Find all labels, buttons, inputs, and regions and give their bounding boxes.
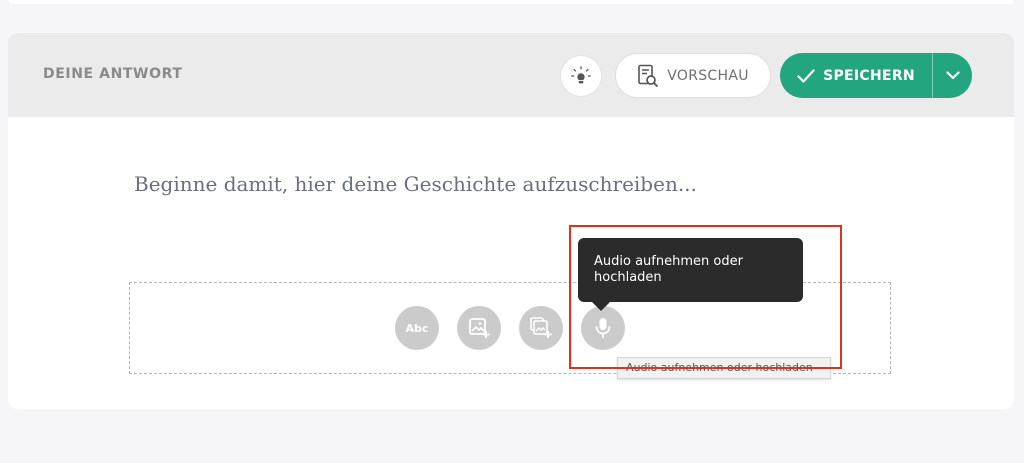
section-title: DEINE ANTWORT <box>43 66 183 82</box>
save-label: SPEICHERN <box>823 67 915 84</box>
card-header: DEINE ANTWORT VORSCHAU SPEICHERN <box>8 33 1014 117</box>
text-icon: Abc <box>405 321 429 335</box>
chevron-down-icon <box>945 71 960 80</box>
previous-card-edge <box>8 0 1014 4</box>
answer-card: DEINE ANTWORT VORSCHAU SPEICHERN Beginne… <box>8 33 1014 409</box>
document-search-icon <box>638 64 659 87</box>
add-gallery-icon <box>530 317 552 338</box>
save-options-dropdown[interactable] <box>933 53 972 98</box>
tips-button[interactable] <box>560 55 602 97</box>
preview-label: VORSCHAU <box>667 67 749 84</box>
lightbulb-icon <box>571 66 591 84</box>
editor-text-area[interactable]: Beginne damit, hier deine Geschichte auf… <box>134 172 697 196</box>
add-image-button[interactable] <box>457 306 501 350</box>
add-gallery-button[interactable] <box>519 306 563 350</box>
add-image-icon <box>469 318 490 338</box>
preview-button[interactable]: VORSCHAU <box>615 53 771 98</box>
checkmark-icon <box>797 68 815 83</box>
save-button-group: SPEICHERN <box>780 53 972 98</box>
annotation-highlight-box <box>569 225 842 369</box>
save-button[interactable]: SPEICHERN <box>780 53 932 98</box>
add-text-button[interactable]: Abc <box>395 306 439 350</box>
